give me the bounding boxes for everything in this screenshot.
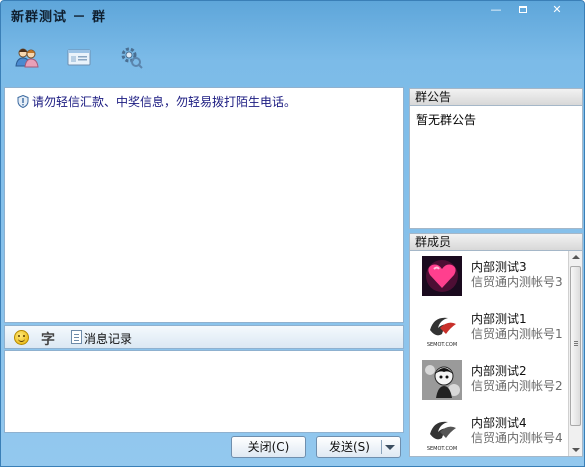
message-display-area[interactable]: 请勿轻信汇款、中奖信息，勿轻易拨打陌生电话。 [4,87,404,323]
member-item[interactable]: SEMOT.COM 内部测试4 信贸通内测帐号4 [422,412,572,456]
close-window-button[interactable]: ✕ [541,3,573,17]
scroll-thumb[interactable] [570,266,581,426]
announcement-header: 群公告 [409,88,583,106]
svg-text:SEMOT.COM: SEMOT.COM [427,342,457,348]
member-account: 信贸通内测帐号3 [471,275,563,289]
maximize-button[interactable] [510,3,536,17]
toolbar [1,39,584,75]
send-button[interactable]: 发送(S) [316,436,401,458]
send-button-label: 发送(S) [329,440,370,454]
settings-icon [121,47,143,69]
member-account: 信贸通内测帐号1 [471,327,563,341]
group-chat-window: 新群测试 － 群 — ✕ 请勿轻信汇款、中奖信息，勿轻易拨打陌生电话。 字 消息… [0,0,585,467]
message-input[interactable] [4,350,404,433]
group-settings-button[interactable] [118,45,144,69]
group-card-button[interactable] [66,45,92,69]
member-account: 信贸通内测帐号2 [471,379,563,393]
group-members-icon [15,48,39,68]
announcement-text: 暂无群公告 [416,113,477,127]
message-history-button[interactable]: 消息记录 [84,330,132,347]
avatar [422,360,462,400]
member-list-scrollbar[interactable] [568,251,582,456]
emoticon-button[interactable] [14,330,29,345]
scroll-up-icon[interactable] [569,251,582,264]
scroll-down-icon[interactable] [569,443,582,456]
avatar: SEMOT.COM [422,308,462,348]
close-button[interactable]: 关闭(C) [231,436,306,458]
member-account: 信贸通内测帐号4 [471,431,563,445]
member-item[interactable]: SEMOT.COM 内部测试1 信贸通内测帐号1 [422,308,572,358]
announcement-panel: 暂无群公告 [409,106,583,229]
avatar [422,256,462,296]
window-title: 新群测试 － 群 [11,10,107,25]
avatar: SEMOT.COM [422,412,462,452]
security-notice-text: 请勿轻信汇款、中奖信息，勿轻易拨打陌生电话。 [32,95,297,109]
shield-icon [17,94,29,111]
member-list: 内部测试3 信贸通内测帐号3 SEMOT.COM 内部测试1 信贸通内测帐号1 [409,251,583,457]
font-button[interactable]: 字 [41,329,55,349]
history-icon [71,330,82,344]
member-item[interactable]: 内部测试3 信贸通内测帐号3 [422,256,572,306]
member-item[interactable]: 内部测试2 信贸通内测帐号2 [422,360,572,410]
members-header: 群成员 [409,233,583,251]
title-bar[interactable]: 新群测试 － 群 — ✕ [1,1,584,27]
svg-text:SEMOT.COM: SEMOT.COM [427,446,457,452]
maximize-icon [519,6,527,13]
input-toolbar: 字 消息记录 [4,325,404,349]
send-split-divider [381,440,382,454]
security-notice: 请勿轻信汇款、中奖信息，勿轻易拨打陌生电话。 [17,93,296,111]
group-members-button[interactable] [14,45,40,69]
minimize-button[interactable]: — [483,3,509,17]
card-icon [67,49,91,66]
chevron-down-icon[interactable] [385,445,395,450]
